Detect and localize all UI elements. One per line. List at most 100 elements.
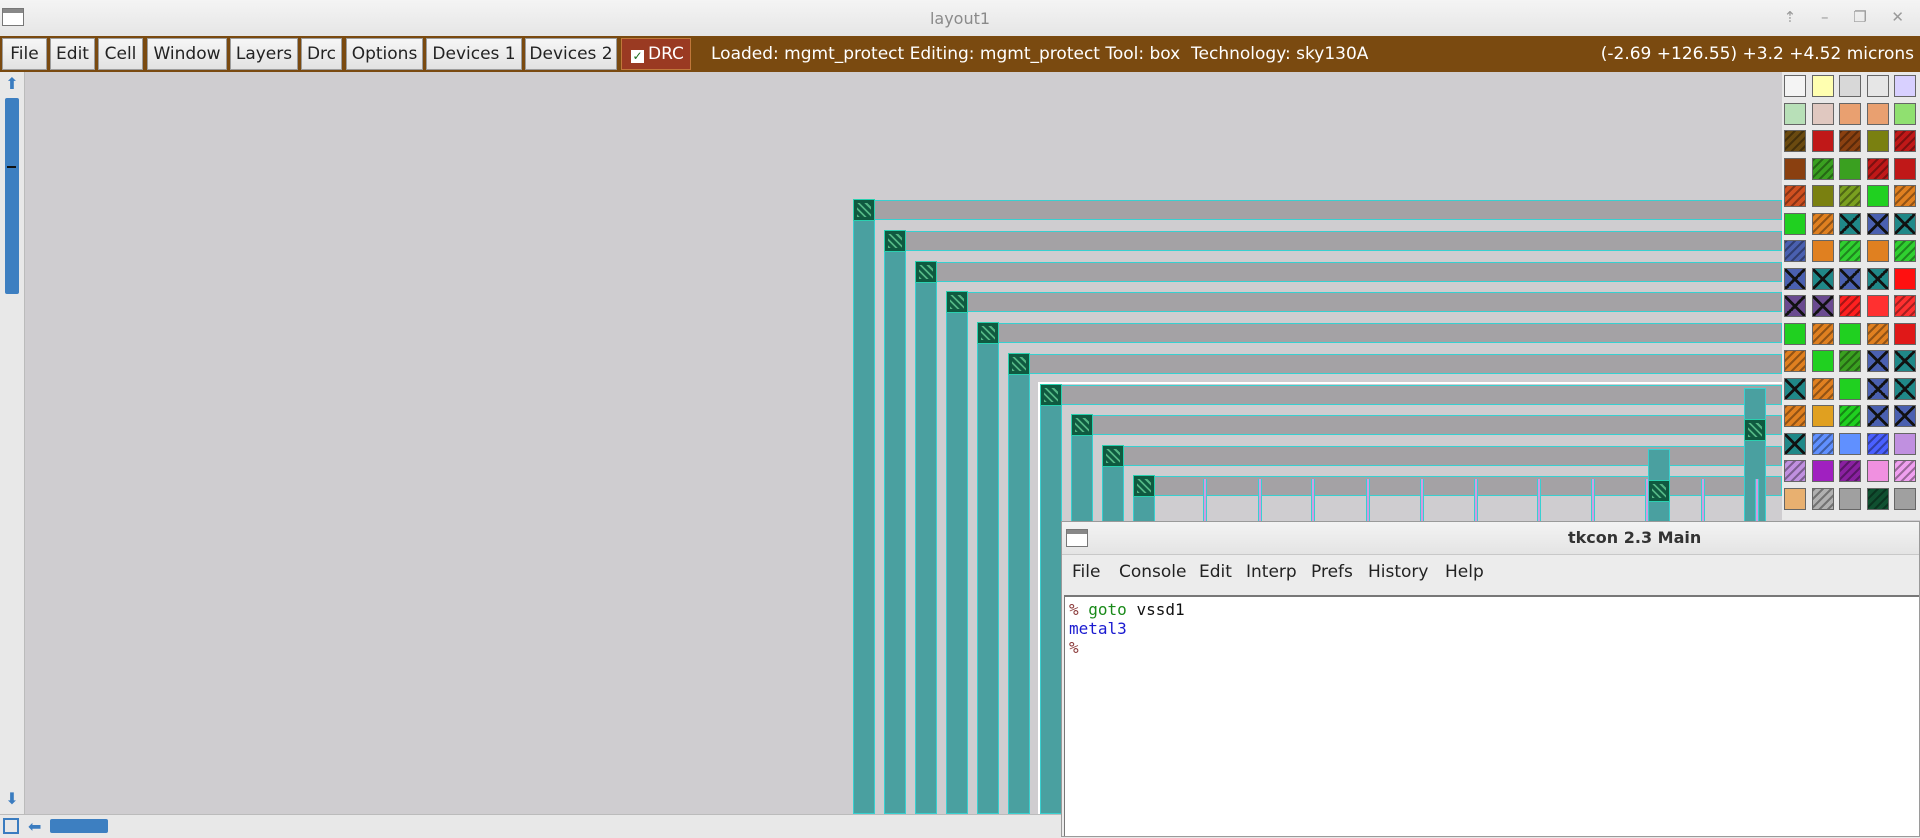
layer-swatch[interactable]: [1784, 405, 1806, 427]
layer-swatch[interactable]: [1811, 350, 1834, 372]
layer-swatch[interactable]: [1894, 212, 1916, 235]
layer-swatch[interactable]: [1784, 350, 1806, 372]
layer-swatch[interactable]: [1811, 267, 1834, 290]
arrow-down-icon[interactable]: ⬇: [3, 790, 21, 808]
layer-swatch[interactable]: [1784, 487, 1806, 510]
layer-swatch[interactable]: [1894, 295, 1916, 317]
layer-swatch[interactable]: [1866, 295, 1889, 317]
layer-swatch[interactable]: [1811, 295, 1834, 317]
layer-swatch[interactable]: [1866, 130, 1889, 152]
layer-swatch[interactable]: [1839, 295, 1861, 317]
layer-swatch[interactable]: [1811, 130, 1834, 152]
layer-swatch[interactable]: [1839, 487, 1861, 510]
layer-swatch[interactable]: [1894, 322, 1916, 345]
layer-swatch[interactable]: [1866, 405, 1889, 427]
layer-swatch[interactable]: [1784, 102, 1806, 125]
window-icon[interactable]: [1066, 529, 1088, 547]
menu-drc[interactable]: Drc: [301, 38, 342, 70]
menu-file[interactable]: File: [2, 38, 47, 70]
layer-swatch[interactable]: [1811, 75, 1834, 97]
layer-swatch[interactable]: [1894, 377, 1916, 400]
layer-swatch[interactable]: [1811, 102, 1834, 125]
drc-toggle[interactable]: ✓ DRC: [621, 38, 691, 70]
tkcon-menu-prefs[interactable]: Prefs: [1311, 562, 1353, 582]
layer-swatch[interactable]: [1894, 240, 1916, 262]
layer-swatch[interactable]: [1839, 322, 1861, 345]
layer-swatch[interactable]: [1839, 460, 1861, 482]
layer-swatch[interactable]: [1866, 75, 1889, 97]
vertical-scrollbar[interactable]: ⬆ ⬇: [0, 72, 25, 814]
menu-window[interactable]: Window: [147, 38, 227, 70]
zoom-box-icon[interactable]: [3, 818, 19, 834]
tkcon-menu-console[interactable]: Console: [1119, 562, 1187, 582]
layer-palette[interactable]: [1782, 72, 1920, 520]
menu-devices-1[interactable]: Devices 1: [426, 38, 522, 70]
layer-swatch[interactable]: [1839, 102, 1861, 125]
layer-swatch[interactable]: [1866, 377, 1889, 400]
layer-swatch[interactable]: [1811, 185, 1834, 207]
layer-swatch[interactable]: [1784, 460, 1806, 482]
menu-devices-2[interactable]: Devices 2: [525, 38, 617, 70]
layer-swatch[interactable]: [1784, 377, 1806, 400]
layer-swatch[interactable]: [1894, 185, 1916, 207]
tkcon-menu-help[interactable]: Help: [1445, 562, 1484, 582]
layer-swatch[interactable]: [1894, 460, 1916, 482]
layer-swatch[interactable]: [1866, 185, 1889, 207]
layer-swatch[interactable]: [1839, 405, 1861, 427]
arrow-left-icon[interactable]: ⬅: [28, 817, 41, 836]
layer-swatch[interactable]: [1894, 405, 1916, 427]
layer-swatch[interactable]: [1866, 267, 1889, 290]
layer-swatch[interactable]: [1784, 130, 1806, 152]
layer-swatch[interactable]: [1839, 432, 1861, 455]
layer-swatch[interactable]: [1784, 267, 1806, 290]
layer-swatch[interactable]: [1784, 75, 1806, 97]
layer-swatch[interactable]: [1866, 432, 1889, 455]
layer-swatch[interactable]: [1839, 75, 1861, 97]
layer-swatch[interactable]: [1866, 212, 1889, 235]
layer-swatch[interactable]: [1811, 405, 1834, 427]
horizontal-scroll-thumb[interactable]: [50, 819, 108, 833]
layer-swatch[interactable]: [1839, 212, 1861, 235]
layer-swatch[interactable]: [1866, 157, 1889, 180]
layer-swatch[interactable]: [1894, 75, 1916, 97]
layer-swatch[interactable]: [1839, 240, 1861, 262]
layer-swatch[interactable]: [1839, 377, 1861, 400]
layer-swatch[interactable]: [1784, 212, 1806, 235]
layer-swatch[interactable]: [1866, 102, 1889, 125]
layer-swatch[interactable]: [1894, 267, 1916, 290]
window-controls[interactable]: ⇡ – ❐ ✕: [1784, 8, 1914, 26]
tkcon-menu-file[interactable]: File: [1072, 562, 1100, 582]
layer-swatch[interactable]: [1894, 487, 1916, 510]
vertical-scroll-thumb[interactable]: [5, 98, 19, 294]
layer-swatch[interactable]: [1784, 240, 1806, 262]
layer-swatch[interactable]: [1839, 185, 1861, 207]
layer-swatch[interactable]: [1866, 350, 1889, 372]
layer-swatch[interactable]: [1894, 102, 1916, 125]
tkcon-title-bar[interactable]: tkcon 2.3 Main: [1062, 522, 1919, 555]
layer-swatch[interactable]: [1866, 487, 1889, 510]
menu-edit[interactable]: Edit: [50, 38, 95, 70]
layer-swatch[interactable]: [1811, 487, 1834, 510]
layer-swatch[interactable]: [1894, 350, 1916, 372]
layer-swatch[interactable]: [1839, 350, 1861, 372]
arrow-up-icon[interactable]: ⬆: [3, 75, 21, 93]
layer-swatch[interactable]: [1784, 185, 1806, 207]
layer-swatch[interactable]: [1839, 130, 1861, 152]
layer-swatch[interactable]: [1894, 157, 1916, 180]
layer-swatch[interactable]: [1784, 295, 1806, 317]
tkcon-menu-history[interactable]: History: [1368, 562, 1428, 582]
layer-swatch[interactable]: [1811, 377, 1834, 400]
tkcon-menu-interp[interactable]: Interp: [1246, 562, 1297, 582]
layer-swatch[interactable]: [1811, 322, 1834, 345]
layer-swatch[interactable]: [1811, 157, 1834, 180]
menu-layers[interactable]: Layers: [230, 38, 298, 70]
layer-swatch[interactable]: [1811, 240, 1834, 262]
layer-swatch[interactable]: [1894, 432, 1916, 455]
layer-swatch[interactable]: [1839, 267, 1861, 290]
layer-swatch[interactable]: [1784, 322, 1806, 345]
layer-swatch[interactable]: [1839, 157, 1861, 180]
menu-options[interactable]: Options: [346, 38, 423, 70]
tkcon-menu-edit[interactable]: Edit: [1199, 562, 1232, 582]
layer-swatch[interactable]: [1811, 432, 1834, 455]
layer-swatch[interactable]: [1866, 240, 1889, 262]
